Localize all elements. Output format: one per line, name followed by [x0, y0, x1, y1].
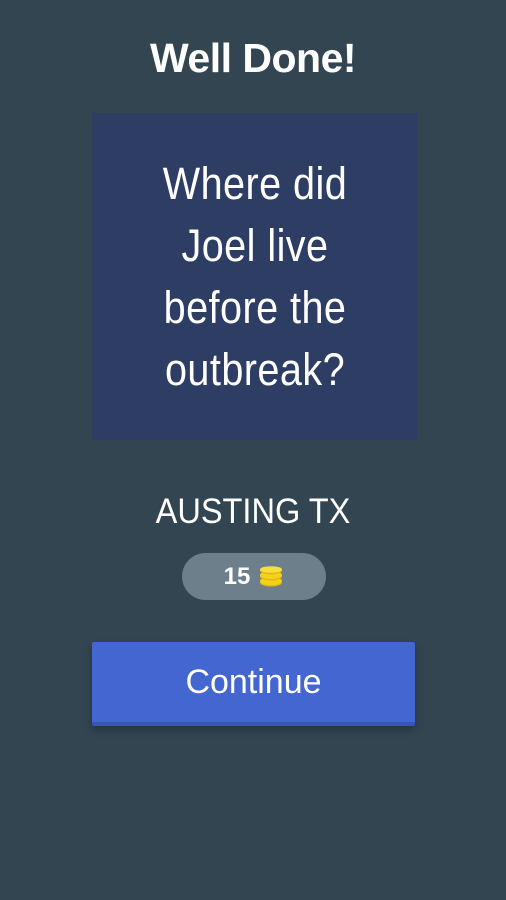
continue-button[interactable]: Continue [92, 642, 415, 726]
answer-text: AUSTING TX [155, 492, 351, 531]
coins-icon [260, 565, 283, 586]
reward-badge: 15 [182, 553, 326, 600]
page-title: Well Done! [149, 35, 357, 81]
reward-amount: 15 [223, 563, 251, 590]
question-text: Where did Joel live before the outbreak? [162, 157, 347, 395]
question-card: Where did Joel live before the outbreak? [92, 113, 417, 440]
continue-button-label: Continue [185, 663, 322, 701]
